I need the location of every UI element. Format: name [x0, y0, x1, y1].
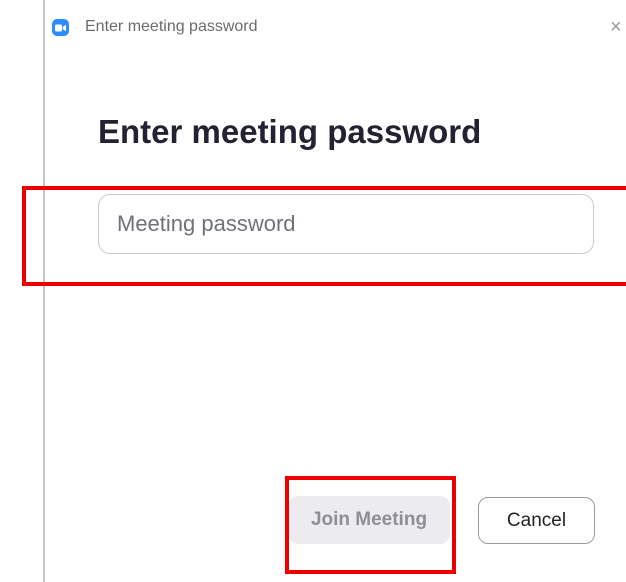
join-meeting-button[interactable]: Join Meeting	[288, 496, 450, 544]
dialog-heading: Enter meeting password	[98, 113, 482, 150]
meeting-password-dialog: Enter meeting password × Enter meeting p…	[0, 0, 626, 582]
cancel-button[interactable]: Cancel	[478, 497, 595, 544]
window-title: Enter meeting password	[85, 18, 258, 35]
window-left-border	[43, 0, 45, 582]
meeting-password-input[interactable]	[98, 194, 594, 254]
zoom-camera-icon	[52, 19, 69, 36]
close-icon[interactable]: ×	[610, 17, 626, 37]
